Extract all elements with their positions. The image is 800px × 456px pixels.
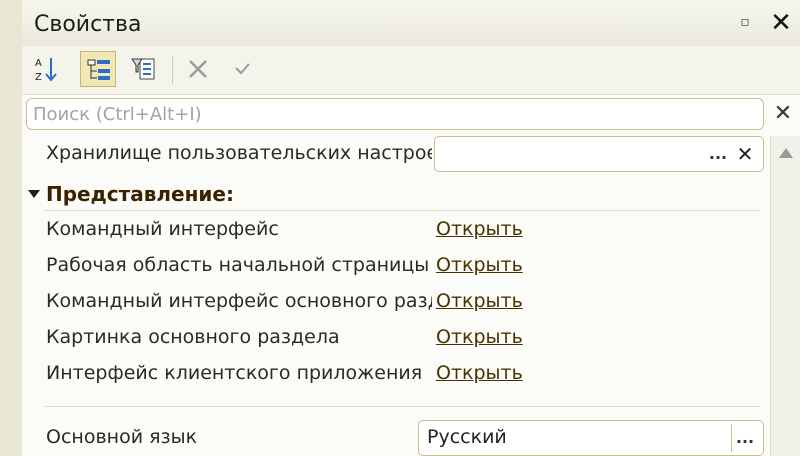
check-icon [235,63,250,75]
property-label: Картинка основного раздела [46,326,340,348]
filter-icon [131,58,155,80]
select-button[interactable]: ... [731,424,758,452]
property-list: Хранилище пользовательских настроек ... … [22,136,768,456]
property-label: Командный интерфейс основного раздела [46,290,432,312]
category-tree-icon [87,59,110,80]
property-row: Командный интерфейс основного раздела От… [22,284,768,320]
property-label: Рабочая область начальной страницы [46,254,430,276]
property-row-language: Основной язык Русский ... [22,420,768,456]
property-row: Интерфейс клиентского приложения Открыть [22,356,768,392]
open-link[interactable]: Открыть [436,254,523,276]
svg-text:A: A [35,58,42,69]
group-label: Представление: [46,182,234,206]
close-icon[interactable]: ✕ [767,8,795,38]
title-bar: Свойства ▫ ✕ [22,0,800,47]
cross-icon [189,60,207,78]
property-label: Интерфейс клиентского приложения [46,362,423,384]
scroll-up-icon[interactable] [779,148,793,158]
left-panel-edge [0,0,23,456]
svg-text:Z: Z [35,72,42,83]
search-bar: ✕ [26,98,796,130]
open-link[interactable]: Открыть [436,290,523,312]
property-row-storage: Хранилище пользовательских настроек ... … [22,136,768,172]
toolbar: A Z [22,46,800,95]
panel-title: Свойства [34,12,142,37]
property-row: Рабочая область начальной страницы Откры… [22,248,768,284]
property-label: Основной язык [46,426,198,448]
toolbar-separator [172,56,173,84]
section-divider [44,406,760,407]
pin-icon[interactable]: ▫ [738,12,752,32]
clear-field-icon[interactable]: ✕ [733,140,757,168]
property-label: Командный интерфейс [46,218,279,240]
category-view-button[interactable] [80,51,116,87]
filter-button[interactable] [126,51,162,87]
expand-arrow-icon[interactable] [28,190,40,198]
group-divider [44,210,760,211]
clear-button[interactable] [180,51,216,87]
sort-az-button[interactable]: A Z [28,51,64,87]
language-value: Русский [427,426,507,448]
property-label: Хранилище пользовательских настроек [46,142,432,164]
search-input[interactable] [26,98,764,130]
group-header-presentation[interactable]: Представление: [22,176,768,212]
select-button[interactable]: ... [705,140,731,168]
sort-az-icon: A Z [35,58,57,83]
open-link[interactable]: Открыть [436,218,523,240]
open-link[interactable]: Открыть [436,326,523,348]
open-link[interactable]: Открыть [436,362,523,384]
property-row: Командный интерфейс Открыть [22,212,768,248]
language-field[interactable]: Русский ... [418,420,764,456]
vertical-scrollbar[interactable] [770,136,800,456]
storage-field[interactable]: ... ✕ [434,136,764,172]
property-row: Картинка основного раздела Открыть [22,320,768,356]
apply-button[interactable] [224,51,260,87]
properties-panel: Свойства ▫ ✕ A Z Поиск (Ctrl+Alt+I) ✕ Хр… [22,0,800,456]
search-clear-icon[interactable]: ✕ [770,100,796,128]
